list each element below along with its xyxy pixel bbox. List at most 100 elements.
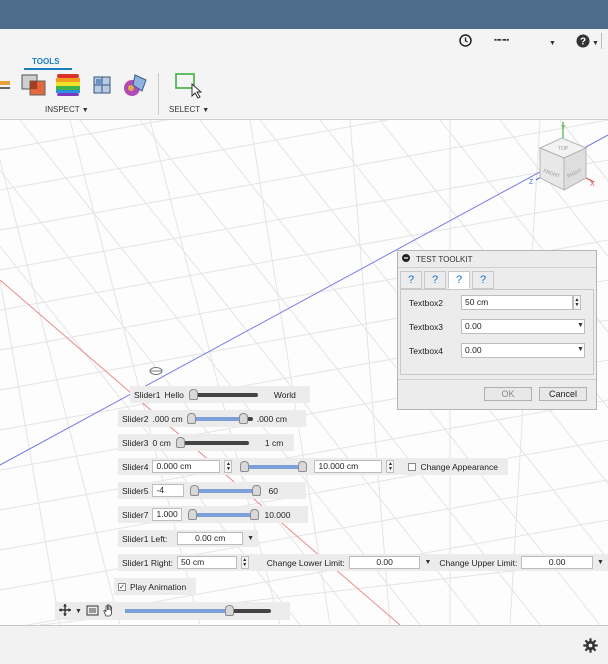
slider1-track[interactable] xyxy=(188,388,258,400)
zebra-analysis-icon[interactable] xyxy=(55,72,81,100)
view-cube[interactable]: Y Z X TOP FRONT RIGHT xyxy=(528,120,598,202)
select-menu[interactable]: SELECT ▼ xyxy=(169,105,209,114)
help-icon[interactable]: ? xyxy=(576,34,590,50)
change-appearance-label: Change Appearance xyxy=(420,461,498,472)
ribbon: TOOLS INSPECT ▼ SELECT ▼ xyxy=(0,53,608,120)
section-analysis-icon[interactable] xyxy=(91,74,113,98)
slider3-thumb[interactable] xyxy=(175,436,185,448)
upper-limit-label: Change Upper Limit: xyxy=(439,557,518,568)
lower-limit-label: Change Lower Limit: xyxy=(266,557,345,568)
top-strip: ▪▫▪▪▫ ▪▪▫▪ ▼ ? ▼ xyxy=(0,29,608,53)
upper-limit-dropdown[interactable]: 0.00 xyxy=(521,556,594,569)
slider1-right-spinner[interactable]: ▲ ▼ xyxy=(240,556,249,569)
slider2-label: Slider2 xyxy=(122,413,149,424)
dialog-tab-1[interactable]: ? xyxy=(400,271,422,289)
slider2-track[interactable] xyxy=(186,412,253,424)
ok-button[interactable]: OK xyxy=(484,387,532,401)
slider7-min-input[interactable]: 1.000 xyxy=(152,508,183,521)
inspect-menu[interactable]: INSPECT ▼ xyxy=(45,105,89,114)
look-at-icon[interactable] xyxy=(86,604,99,618)
slider7-label: Slider7 xyxy=(122,509,149,520)
slider5-track[interactable] xyxy=(190,484,262,496)
play-animation-checkbox[interactable]: ✓ xyxy=(118,582,126,591)
slider7-right-text: 10.000 xyxy=(264,509,291,520)
textbox3-dropdown[interactable]: 0.00 xyxy=(461,319,585,334)
dialog-tab-4[interactable]: ? xyxy=(472,271,494,289)
slider4-track[interactable] xyxy=(240,460,308,472)
chevron-down-icon[interactable]: ▼ xyxy=(549,37,556,47)
axis-x-label: X xyxy=(590,181,595,188)
divider xyxy=(601,33,602,49)
slider1-left-dropdown[interactable]: 0.00 cm xyxy=(177,532,244,545)
chevron-down-icon[interactable]: ▼ xyxy=(577,346,584,353)
chevron-down-icon[interactable]: ▼ xyxy=(75,608,82,615)
slider4-max-spinner[interactable]: ▲ ▼ xyxy=(386,460,395,473)
slider3-left-text: 0 cm xyxy=(152,437,171,448)
textbox4-dropdown[interactable]: 0.00 xyxy=(461,343,585,358)
dialog-tab-content: Textbox2 50 cm ▲ ▼ Textbox3 0.00 ▼ Textbo… xyxy=(400,289,594,375)
slider4-max-input[interactable]: 10.000 cm xyxy=(314,460,383,473)
slider7-track[interactable] xyxy=(188,508,260,520)
user-name[interactable]: ▪▫▪▪▫ ▪▪▫▪ xyxy=(494,37,509,44)
cube-top-label: TOP xyxy=(558,146,569,152)
display-component-colors-icon[interactable] xyxy=(122,72,150,100)
chevron-down-icon[interactable]: ▼ xyxy=(247,535,254,542)
slider5-fill xyxy=(194,488,259,493)
slider4-label: Slider4 xyxy=(122,461,149,472)
slider4-min-input[interactable]: 0.000 cm xyxy=(152,460,221,473)
textbox2-label: Textbox2 xyxy=(409,298,444,308)
bottom-bar xyxy=(0,625,608,664)
ribbon-divider xyxy=(158,73,159,115)
slider2-row: Slider2 .000 cm .000 cm xyxy=(118,410,306,427)
interference-icon[interactable] xyxy=(21,73,47,99)
dialog-tab-2[interactable]: ? xyxy=(424,271,446,289)
change-appearance-checkbox[interactable] xyxy=(408,462,417,471)
slider1-right-row: Slider1 Right: 50 cm ▲ ▼ Change Lower Lim… xyxy=(118,554,608,571)
nav-toolbar: ▼ xyxy=(55,602,290,620)
collapse-icon[interactable] xyxy=(402,254,410,264)
slider1-label: Slider1 xyxy=(134,389,161,400)
slider2-high-thumb[interactable] xyxy=(238,412,248,424)
test-toolkit-dialog: TEST TOOLKIT ? ? ? ? Textbox2 50 cm ▲ ▼ T… xyxy=(397,250,597,410)
slider7-high-thumb[interactable] xyxy=(250,508,260,520)
slider4-high-thumb[interactable] xyxy=(298,460,308,472)
pan-hand-icon[interactable] xyxy=(103,603,115,619)
textbox2-input[interactable]: 50 cm xyxy=(461,295,573,310)
svg-text:?: ? xyxy=(580,37,586,48)
slider3-track[interactable] xyxy=(175,436,249,448)
textbox3-label: Textbox3 xyxy=(409,322,444,332)
slider2-low-thumb[interactable] xyxy=(186,412,196,424)
slider7-low-thumb[interactable] xyxy=(188,508,198,520)
lower-limit-dropdown[interactable]: 0.00 xyxy=(348,556,421,569)
orbit-icon[interactable] xyxy=(59,604,71,618)
tab-tools[interactable]: TOOLS xyxy=(32,57,59,66)
chevron-down-icon[interactable]: ▼ xyxy=(577,322,584,329)
select-icon[interactable] xyxy=(175,73,203,101)
clock-icon[interactable] xyxy=(459,34,472,49)
dialog-header: TEST TOOLKIT xyxy=(398,251,596,268)
slider7-fill xyxy=(192,512,257,517)
slider5-high-thumb[interactable] xyxy=(252,484,262,496)
cancel-button[interactable]: Cancel xyxy=(539,387,587,401)
slider5-row: Slider5 -4 60 xyxy=(118,482,306,499)
slider4-low-thumb[interactable] xyxy=(240,460,250,472)
slider1-row: Slider1 Hello World xyxy=(130,386,310,403)
chevron-down-icon[interactable]: ▼ xyxy=(597,559,604,566)
measure-icon[interactable] xyxy=(0,77,12,95)
slider1-thumb[interactable] xyxy=(188,388,198,400)
slider4-min-spinner[interactable]: ▲ ▼ xyxy=(224,460,233,473)
animation-slider-track[interactable] xyxy=(124,605,271,616)
slider1-right-label: Slider1 Right: xyxy=(122,557,174,568)
slider3-label: Slider3 xyxy=(122,437,149,448)
gear-icon[interactable] xyxy=(583,638,598,655)
slider1-right-input[interactable]: 50 cm xyxy=(177,556,237,569)
slider5-low-thumb[interactable] xyxy=(190,484,200,496)
textbox2-spinner[interactable]: ▲ ▼ xyxy=(573,295,581,310)
chevron-down-icon[interactable]: ▼ xyxy=(592,37,599,47)
textbox4-label: Textbox4 xyxy=(409,346,444,356)
chevron-down-icon[interactable]: ▼ xyxy=(424,559,431,566)
animation-slider-thumb[interactable] xyxy=(224,605,234,616)
dialog-tab-3[interactable]: ? xyxy=(448,271,470,289)
slider5-min-input[interactable]: -4 xyxy=(152,484,185,497)
dialog-tabs: ? ? ? ? xyxy=(398,268,596,289)
